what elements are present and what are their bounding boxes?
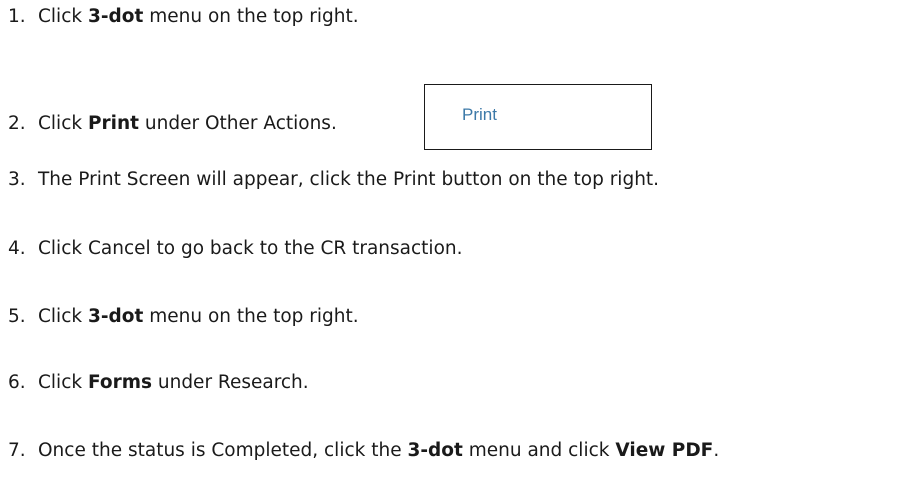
step-text: Once the status is Completed, click the — [38, 440, 408, 461]
step-emphasis: View PDF — [615, 440, 714, 461]
step-number: 5. — [8, 306, 26, 327]
step-text: menu and click — [462, 440, 616, 461]
step-item: 7. Once the status is Completed, click th… — [8, 436, 719, 466]
step-item: 5. Click 3-dot menu on the top right. — [8, 302, 359, 332]
step-text: under Research. — [151, 372, 309, 393]
step-number: 2. — [8, 113, 26, 134]
step-item: 4. Click Cancel to go back to the CR tran… — [8, 234, 463, 264]
step-text: . — [713, 440, 720, 461]
step-emphasis: Forms — [87, 372, 152, 393]
step-item: 2. Click Print under Other Actions. — [8, 109, 337, 139]
step-item: 3. The Print Screen will appear, click th… — [8, 165, 659, 195]
step-emphasis: 3-dot — [407, 440, 463, 461]
step-text: Click — [38, 6, 88, 27]
step-text: menu on the top right. — [143, 6, 359, 27]
step-text: Click Cancel to go back to the CR transa… — [38, 238, 463, 259]
step-item: 6. Click Forms under Research. — [8, 368, 309, 398]
step-number: 3. — [8, 169, 26, 190]
step-number: 7. — [8, 440, 26, 461]
step-emphasis: 3-dot — [87, 306, 144, 327]
step-text: menu on the top right. — [143, 306, 359, 327]
step-text: under Other Actions. — [139, 113, 337, 134]
step-number: 1. — [8, 6, 26, 27]
step-number: 4. — [8, 238, 26, 259]
step-text: Click — [38, 306, 88, 327]
step-text: The Print Screen will appear, click the … — [38, 169, 660, 190]
print-menu-screenshot: Print — [424, 84, 652, 150]
step-text: Click — [38, 372, 88, 393]
step-item: 1. Click 3-dot menu on the top right. — [8, 2, 359, 32]
print-menu-item[interactable]: Print — [462, 105, 497, 125]
step-text: Click — [38, 113, 88, 134]
step-number: 6. — [8, 372, 26, 393]
step-emphasis: 3-dot — [87, 6, 144, 27]
step-emphasis: Print — [87, 113, 140, 134]
